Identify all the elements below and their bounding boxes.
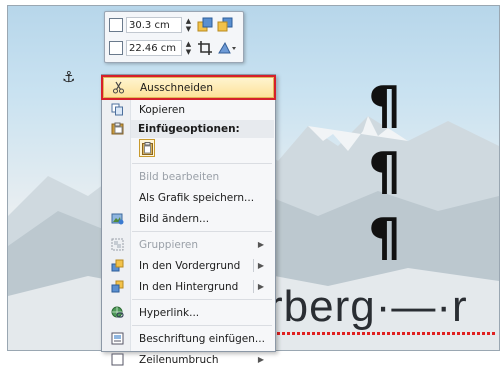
send-backward-icon[interactable] [217, 17, 233, 33]
spin-up-icon[interactable]: ▲ [184, 17, 193, 25]
menu-item-label: Bild ändern... [139, 212, 210, 225]
menu-separator [132, 231, 272, 232]
paste-icon [111, 122, 124, 135]
split-separator [253, 280, 254, 293]
menu-item-copy[interactable]: Kopieren [103, 99, 274, 120]
menu-item-edit-image[interactable]: Bild bearbeiten [103, 166, 274, 187]
insert-caption-icon [111, 332, 124, 345]
shape-height-icon [109, 18, 123, 32]
shape-effects-icon[interactable] [217, 40, 237, 56]
anchor-icon[interactable]: ⚓ [62, 68, 75, 86]
scissors-icon [113, 81, 124, 94]
menu-item-insert-caption[interactable]: Beschriftung einfügen... [103, 328, 274, 349]
bring-to-front-icon [111, 259, 124, 272]
menu-item-label: Bild bearbeiten [139, 170, 220, 183]
bring-forward-icon[interactable] [197, 17, 213, 33]
split-separator [253, 259, 254, 272]
menu-separator [132, 299, 272, 300]
change-picture-icon [111, 213, 124, 225]
menu-item-label: Ausschneiden [140, 81, 214, 94]
paste-option-button[interactable] [139, 139, 155, 157]
menu-item-cut[interactable]: Ausschneiden [101, 75, 276, 100]
shape-width-icon [109, 41, 123, 55]
send-to-back-icon [111, 280, 124, 293]
menu-item-label: Beschriftung einfügen... [139, 332, 265, 345]
document-text[interactable]: rberg·—·r [268, 282, 468, 332]
menu-separator [132, 325, 272, 326]
width-row: 22.46 cm ▲ ▼ [109, 38, 237, 58]
shape-height-input[interactable]: 30.3 cm [126, 17, 182, 33]
text-wrapping-icon [111, 353, 124, 366]
paste-options-header: Einfügeoptionen: [131, 120, 274, 138]
menu-item-label: Als Grafik speichern... [139, 191, 255, 204]
menu-item-label: Kopieren [139, 103, 186, 116]
paragraph-mark: ¶ [368, 76, 402, 136]
screenshot-frame: ⚓ ¶ ¶ ¶ rberg·—·r 30.3 cm ▲ ▼ 22.46 cm ▲… [0, 0, 501, 366]
submenu-arrow-icon[interactable]: ▶ [258, 282, 264, 291]
spin-down-icon[interactable]: ▼ [184, 25, 193, 33]
copy-icon [111, 103, 123, 116]
menu-item-label: Gruppieren [139, 238, 199, 251]
submenu-arrow-icon[interactable]: ▶ [258, 261, 264, 270]
context-menu: Ausschneiden Kopieren Einfügeoptionen: B… [101, 74, 276, 366]
submenu-arrow-icon: ▶ [257, 240, 264, 249]
menu-item-group[interactable]: Gruppieren ▶ [103, 234, 274, 255]
menu-item-change-image[interactable]: Bild ändern... [103, 208, 274, 229]
menu-item-send-to-back[interactable]: In den Hintergrund ▶ [103, 276, 274, 297]
menu-item-label: Zeilenumbruch [139, 353, 219, 366]
spin-up-icon[interactable]: ▲ [184, 40, 193, 48]
menu-item-save-as-graphic[interactable]: Als Grafik speichern... [103, 187, 274, 208]
paste-keep-formatting-icon [142, 142, 153, 155]
submenu-arrow-icon: ▶ [257, 355, 264, 364]
width-spinner[interactable]: ▲ ▼ [184, 40, 193, 56]
mini-toolbar: 30.3 cm ▲ ▼ 22.46 cm ▲ ▼ [104, 11, 244, 63]
menu-item-line-break[interactable]: Zeilenumbruch ▶ [103, 349, 274, 370]
height-row: 30.3 cm ▲ ▼ [109, 15, 233, 35]
menu-item-label: In den Vordergrund [139, 259, 241, 272]
menu-item-hyperlink[interactable]: Hyperlink... [103, 302, 274, 323]
shape-width-input[interactable]: 22.46 cm [126, 40, 182, 56]
group-icon [111, 238, 124, 251]
hyperlink-globe-icon [111, 306, 124, 318]
menu-item-label: In den Hintergrund [139, 280, 239, 293]
spin-down-icon[interactable]: ▼ [184, 48, 193, 56]
crop-icon[interactable] [197, 40, 213, 56]
menu-item-bring-to-front[interactable]: In den Vordergrund ▶ [103, 255, 274, 276]
spelling-error-underline [272, 332, 497, 335]
menu-item-label: Hyperlink... [139, 306, 200, 319]
menu-separator [132, 163, 272, 164]
height-spinner[interactable]: ▲ ▼ [184, 17, 193, 33]
paragraph-mark: ¶ [368, 208, 402, 268]
paragraph-mark: ¶ [368, 142, 402, 202]
